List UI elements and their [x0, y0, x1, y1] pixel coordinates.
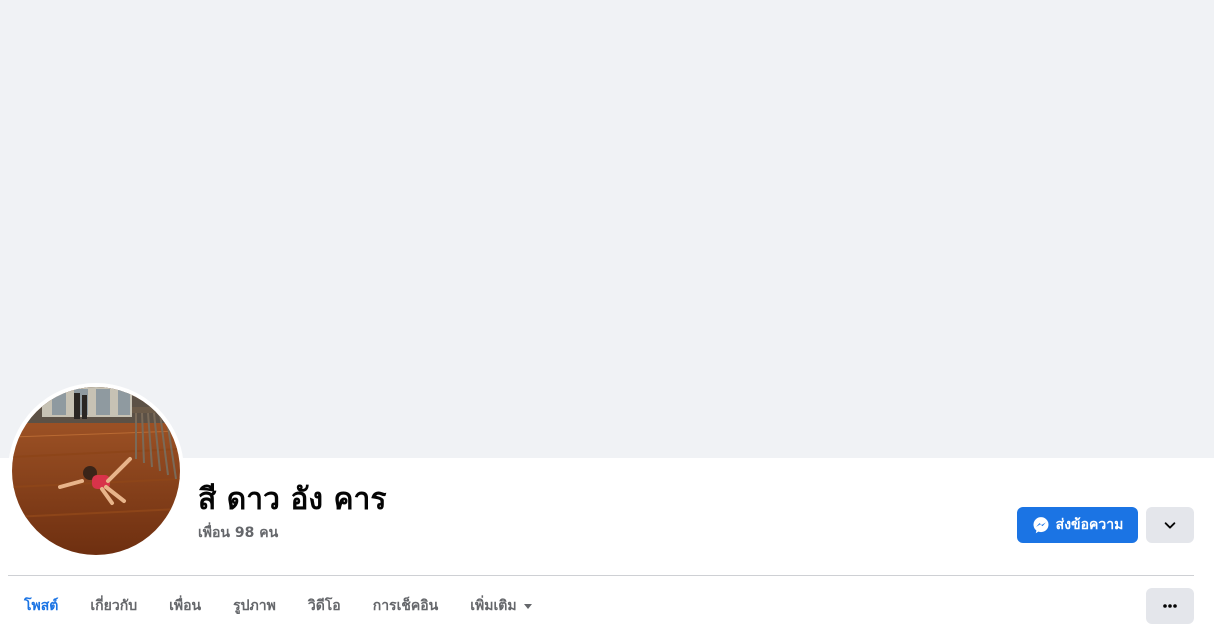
tab-photos[interactable]: รูปภาพ [217, 586, 292, 626]
tab-label: วิดีโอ [307, 598, 341, 614]
header-divider [8, 575, 1194, 576]
more-horizontal-icon [1163, 604, 1177, 608]
tab-more[interactable]: เพิ่มเติม [454, 586, 548, 626]
more-options-button[interactable] [1146, 588, 1194, 624]
friends-count[interactable]: เพื่อน 98 คน [198, 523, 278, 543]
profile-tabs: โพสต์ เกี่ยวกับ เพื่อน รูปภาพ วิดีโอ การ… [8, 586, 549, 626]
tab-label: การเช็คอิน [372, 598, 439, 614]
profile-picture[interactable] [12, 387, 180, 555]
profile-name: สี ดาว อัง คาร [198, 482, 387, 517]
chevron-down-icon [1164, 522, 1176, 529]
tab-label: เพิ่มเติม [470, 598, 517, 614]
send-message-button[interactable]: ส่งข้อความ [1017, 507, 1138, 543]
tab-label: รูปภาพ [233, 598, 276, 614]
send-message-label: ส่งข้อความ [1055, 517, 1124, 533]
cover-photo[interactable] [0, 0, 1214, 458]
tab-label: เกี่ยวกับ [90, 598, 138, 614]
messenger-icon [1033, 517, 1049, 534]
profile-options-dropdown-button[interactable] [1146, 507, 1194, 543]
tab-about[interactable]: เกี่ยวกับ [74, 586, 153, 626]
tab-friends[interactable]: เพื่อน [153, 586, 217, 626]
tab-check-ins[interactable]: การเช็คอิน [357, 586, 455, 626]
caret-down-icon [523, 604, 532, 609]
profile-page: สี ดาว อัง คาร เพื่อน 98 คน ส่งข้อความ โ… [0, 0, 1214, 630]
profile-picture-frame[interactable] [8, 383, 184, 559]
tab-posts[interactable]: โพสต์ [8, 586, 74, 626]
tab-label: โพสต์ [24, 598, 59, 614]
tab-videos[interactable]: วิดีโอ [292, 586, 357, 626]
tab-label: เพื่อน [169, 598, 202, 614]
